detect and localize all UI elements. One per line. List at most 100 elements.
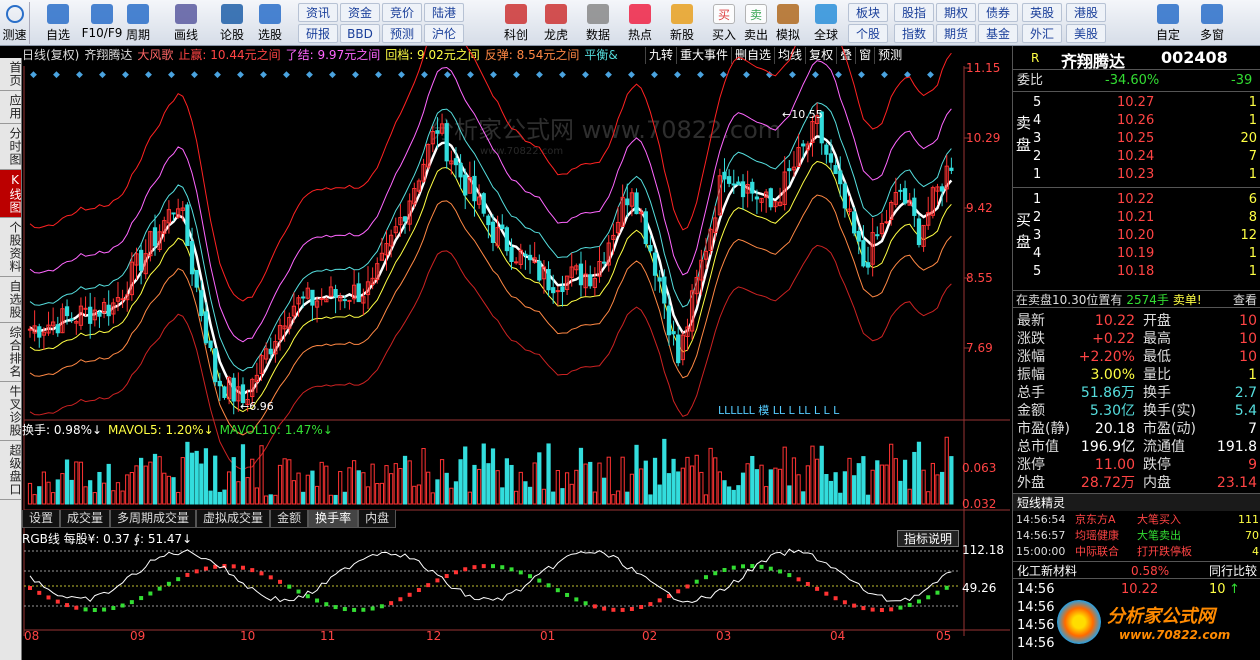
quick-link-r2-6[interactable]: 期货 <box>936 24 976 43</box>
indicator-tab-0[interactable]: 设置 <box>22 510 61 528</box>
indicator-tab-6[interactable]: 内盘 <box>358 510 397 528</box>
event-diamond[interactable]: ◆ <box>651 70 658 80</box>
event-diamond[interactable]: ◆ <box>812 70 819 80</box>
candle-body[interactable] <box>490 221 496 243</box>
candle-body[interactable] <box>231 377 236 402</box>
candle-body[interactable] <box>740 181 746 198</box>
indicator-tab-1[interactable]: 成交量 <box>60 510 111 528</box>
candle-body[interactable] <box>527 254 533 261</box>
event-diamond[interactable]: ◆ <box>444 70 451 80</box>
candle-body[interactable] <box>768 188 773 208</box>
candle-body[interactable] <box>69 318 74 321</box>
candle-body[interactable] <box>217 380 222 387</box>
toolbar-button-forum[interactable]: 论股 <box>212 2 252 44</box>
quick-link-3[interactable]: 陆港 <box>424 3 464 22</box>
event-diamond[interactable]: ◆ <box>375 70 382 80</box>
quick-link-2[interactable]: 竞价 <box>382 3 422 22</box>
order-book-row[interactable]: 1 10.23 1 <box>1033 166 1260 184</box>
candle-body[interactable] <box>666 305 672 336</box>
candle-body[interactable] <box>481 193 486 214</box>
candle-body[interactable] <box>342 299 347 302</box>
candle-body[interactable] <box>268 348 273 355</box>
candle-body[interactable] <box>64 306 70 317</box>
candle-body[interactable] <box>727 176 732 184</box>
toolbar-button-hotspot[interactable]: 热点 <box>620 2 660 44</box>
toolbar-button-stock-picker[interactable]: 选股 <box>250 2 290 44</box>
event-diamond[interactable]: ◆ <box>145 70 152 80</box>
candle-body[interactable] <box>884 221 889 224</box>
event-diamond[interactable]: ◆ <box>76 70 83 80</box>
candle-body[interactable] <box>37 326 42 338</box>
event-diamond[interactable]: ◆ <box>513 70 520 80</box>
order-book-row[interactable]: 1 10.22 6 <box>1033 191 1260 209</box>
order-book-row[interactable]: 3 10.25 20 <box>1033 130 1260 148</box>
quick-link-9[interactable]: 港股 <box>1066 3 1106 22</box>
event-diamond[interactable]: ◆ <box>674 70 681 80</box>
event-diamond[interactable]: ◆ <box>559 70 566 80</box>
short-term-item[interactable]: 14:56:54 京东方A 大笔买入 111 <box>1013 512 1260 528</box>
quick-link-6[interactable]: 期权 <box>936 3 976 22</box>
candle-body[interactable] <box>731 183 736 186</box>
quick-link-4[interactable]: 板块 <box>848 3 888 22</box>
event-diamond[interactable]: ◆ <box>30 70 37 80</box>
quick-link-r2-2[interactable]: 预测 <box>382 24 422 43</box>
toolbar-button-dragon-tiger[interactable]: 龙虎 <box>536 2 576 44</box>
candle-body[interactable] <box>504 227 510 252</box>
candle-body[interactable] <box>838 170 843 185</box>
kline-chart[interactable]: ◆ ◆ ◆ ◆ ◆ ◆ ◆ ◆ ◆ ◆ ◆ ◆ ◆ ◆ ◆ ◆ ◆ ◆ ◆ ◆ ◆ ◆ ◆ ◆ ◆ ◆ ◆ ◆ ◆ ◆ ◆ ◆ ◆ ◆ ◆ ◆ ◆ ◆ ◆ ◆… <box>0 46 1012 660</box>
candle-body[interactable] <box>171 212 176 215</box>
order-book-row[interactable]: 5 10.18 1 <box>1033 263 1260 281</box>
candle-body[interactable] <box>736 181 741 186</box>
order-book-row[interactable]: 3 10.20 12 <box>1033 227 1260 245</box>
candle-body[interactable] <box>949 167 954 171</box>
candle-body[interactable] <box>444 123 449 162</box>
event-diamond[interactable]: ◆ <box>881 70 888 80</box>
candle-body[interactable] <box>912 197 917 216</box>
toolbar-button-hammer[interactable]: 模拟 <box>768 2 808 44</box>
candle-body[interactable] <box>435 130 440 134</box>
indicator-tab-4[interactable]: 金额 <box>270 510 309 528</box>
candle-body[interactable] <box>213 348 218 383</box>
candle-body[interactable] <box>88 306 93 324</box>
candle-body[interactable] <box>106 304 111 317</box>
event-diamond[interactable]: ◆ <box>53 70 60 80</box>
indicator-help-button[interactable]: 指标说明 <box>897 530 959 547</box>
candle-body[interactable] <box>601 261 607 264</box>
candle-body[interactable] <box>185 204 190 247</box>
candle-body[interactable] <box>833 165 838 175</box>
candle-body[interactable] <box>722 171 727 180</box>
candle-body[interactable] <box>194 269 199 288</box>
candle-body[interactable] <box>648 245 653 252</box>
candle-body[interactable] <box>472 175 477 202</box>
event-diamond[interactable]: ◆ <box>306 70 313 80</box>
candle-body[interactable] <box>203 311 209 344</box>
candle-body[interactable] <box>657 277 662 282</box>
toolbar-button-custom[interactable]: 自定 <box>1148 2 1188 44</box>
candle-body[interactable] <box>310 289 315 306</box>
candle-body[interactable] <box>754 196 760 200</box>
event-diamond[interactable]: ◆ <box>582 70 589 80</box>
sector-row[interactable]: 化工新材料 0.58% 同行比较 <box>1013 561 1260 579</box>
quick-link-r2-8[interactable]: 外汇 <box>1022 24 1062 43</box>
quick-link-r2-4[interactable]: 个股 <box>848 24 888 43</box>
event-diamond[interactable]: ◆ <box>789 70 796 80</box>
order-book-row[interactable]: 4 10.19 1 <box>1033 245 1260 263</box>
candle-body[interactable] <box>222 386 227 398</box>
candle-body[interactable] <box>356 283 361 303</box>
quick-link-7[interactable]: 债券 <box>978 3 1018 22</box>
toolbar-button-multi-window[interactable]: 多窗 <box>1192 2 1232 44</box>
candle-body[interactable] <box>551 287 556 294</box>
event-diamond[interactable]: ◆ <box>467 70 474 80</box>
quick-link-5[interactable]: 股指 <box>894 3 934 22</box>
candle-body[interactable] <box>55 324 60 334</box>
candle-body[interactable] <box>402 216 408 222</box>
candle-body[interactable] <box>463 174 468 196</box>
candle-body[interactable] <box>333 289 338 298</box>
candle-body[interactable] <box>486 215 491 226</box>
candle-body[interactable] <box>676 334 681 364</box>
order-book-row[interactable]: 5 10.27 1 <box>1033 94 1260 112</box>
candle-body[interactable] <box>138 249 144 271</box>
event-diamond[interactable]: ◆ <box>352 70 359 80</box>
event-diamond[interactable]: ◆ <box>283 70 290 80</box>
order-book-row[interactable]: 2 10.21 8 <box>1033 209 1260 227</box>
